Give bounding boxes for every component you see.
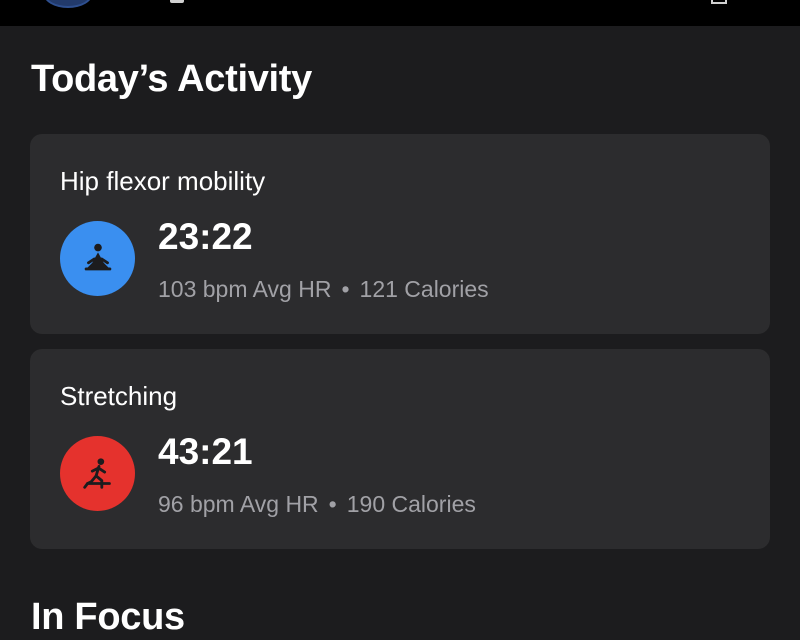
top-bar bbox=[0, 0, 800, 26]
activity-stats: 96 bpm Avg HR • 190 Calories bbox=[158, 491, 476, 518]
in-focus-heading: In Focus bbox=[31, 596, 185, 638]
activity-card-stretching[interactable]: Stretching 43:21 96 bpm Avg HR • 190 Calor… bbox=[30, 349, 770, 549]
activity-title: Hip flexor mobility bbox=[60, 166, 266, 196]
avg-heart-rate: 96 bpm Avg HR bbox=[158, 491, 319, 517]
stats-separator: • bbox=[328, 491, 337, 517]
profile-avatar[interactable] bbox=[43, 0, 93, 8]
activity-duration: 43:21 bbox=[158, 431, 253, 472]
activity-card-hip-flexor-mobility[interactable]: Hip flexor mobility 23:22 103 bpm Avg HR… bbox=[30, 134, 770, 334]
activity-title: Stretching bbox=[60, 381, 178, 411]
activity-duration: 23:22 bbox=[158, 216, 253, 257]
todays-activity-heading: Today’s Activity bbox=[31, 58, 312, 100]
stats-separator: • bbox=[341, 276, 350, 302]
activity-stats: 103 bpm Avg HR • 121 Calories bbox=[158, 276, 489, 303]
stretching-figure-icon bbox=[60, 436, 135, 511]
yoga-icon bbox=[60, 221, 135, 296]
menu-icon[interactable] bbox=[711, 0, 727, 4]
calories: 190 Calories bbox=[346, 491, 476, 517]
calories: 121 Calories bbox=[359, 276, 489, 302]
avg-heart-rate: 103 bpm Avg HR bbox=[158, 276, 332, 302]
header-title-fragment bbox=[170, 0, 184, 3]
